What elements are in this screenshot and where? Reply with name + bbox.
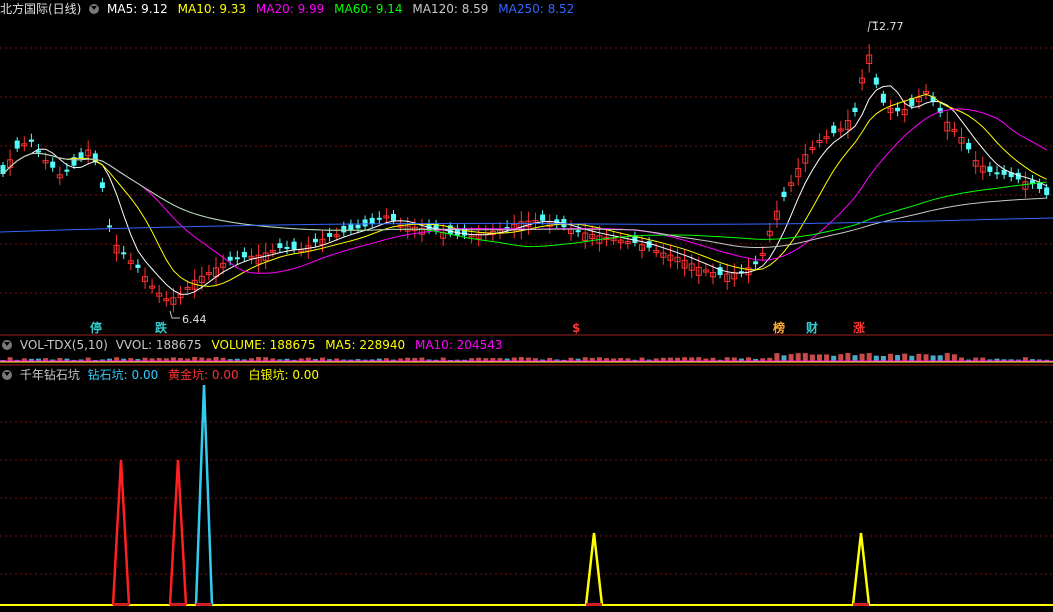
silver-pit-label: 白银坑: 0.00 xyxy=(248,368,320,382)
indicator-name: 千年钻石坑 xyxy=(19,368,80,382)
indicator-spikes xyxy=(0,384,1053,606)
main-chart-header: 北方国际(日线) MA5: 9.12 MA10: 9.33 MA20: 9.99… xyxy=(0,0,580,18)
ma5-label: MA5: 9.12 xyxy=(107,2,168,16)
volume-label: VOLUME: 188675 xyxy=(211,338,316,352)
volume-header: VOL-TDX(5,10) VVOL: 188675 VOLUME: 18867… xyxy=(0,336,508,354)
vol-ma5-label: MA5: 228940 xyxy=(325,338,406,352)
signal-finance: 财 xyxy=(805,320,818,335)
low-marker: 6.44 xyxy=(169,310,207,326)
moving-average-lines xyxy=(0,85,1053,295)
ma250-label: MA250: 8.52 xyxy=(498,2,575,16)
signal-rank: 榜 xyxy=(773,320,785,335)
vol-name: VOL-TDX(5,10) xyxy=(19,338,108,352)
chevron-down-icon[interactable] xyxy=(2,370,12,380)
ma20-label: MA20: 9.99 xyxy=(255,2,325,16)
low-price-label: 6.44 xyxy=(182,313,207,326)
vol-ma10-label: MA10: 204543 xyxy=(414,338,503,352)
signal-halt: 停 xyxy=(90,320,102,335)
ma10-label: MA10: 9.33 xyxy=(177,2,247,16)
diamond-pit-label: 钻石坑: 0.00 xyxy=(87,368,159,382)
signal-dollar: $ xyxy=(572,321,580,335)
signal-fall: 跌 xyxy=(155,320,168,335)
chevron-down-icon[interactable] xyxy=(2,340,12,350)
signal-rise: 涨 xyxy=(853,320,865,335)
stock-title: 北方国际(日线) xyxy=(0,2,82,16)
vvol-label: VVOL: 188675 xyxy=(115,338,202,352)
ma60-label: MA60: 9.14 xyxy=(334,2,403,16)
indicator-header: 千年钻石坑 钻石坑: 0.00 黄金坑: 0.00 白银坑: 0.00 xyxy=(0,366,325,384)
grid-lines xyxy=(0,47,1053,575)
candlesticks xyxy=(0,44,1050,313)
high-price-label: 12.77 xyxy=(872,20,904,33)
gold-pit-label: 黄金坑: 0.00 xyxy=(168,368,239,382)
volume-bars xyxy=(0,353,1053,363)
ma120-label: MA120: 8.59 xyxy=(412,2,489,16)
chevron-down-icon[interactable] xyxy=(89,4,100,14)
high-marker: 12.77 xyxy=(867,20,904,33)
stock-chart[interactable]: 12.77 6.44 停 跌 $ 榜 财 涨 xyxy=(0,0,1053,612)
